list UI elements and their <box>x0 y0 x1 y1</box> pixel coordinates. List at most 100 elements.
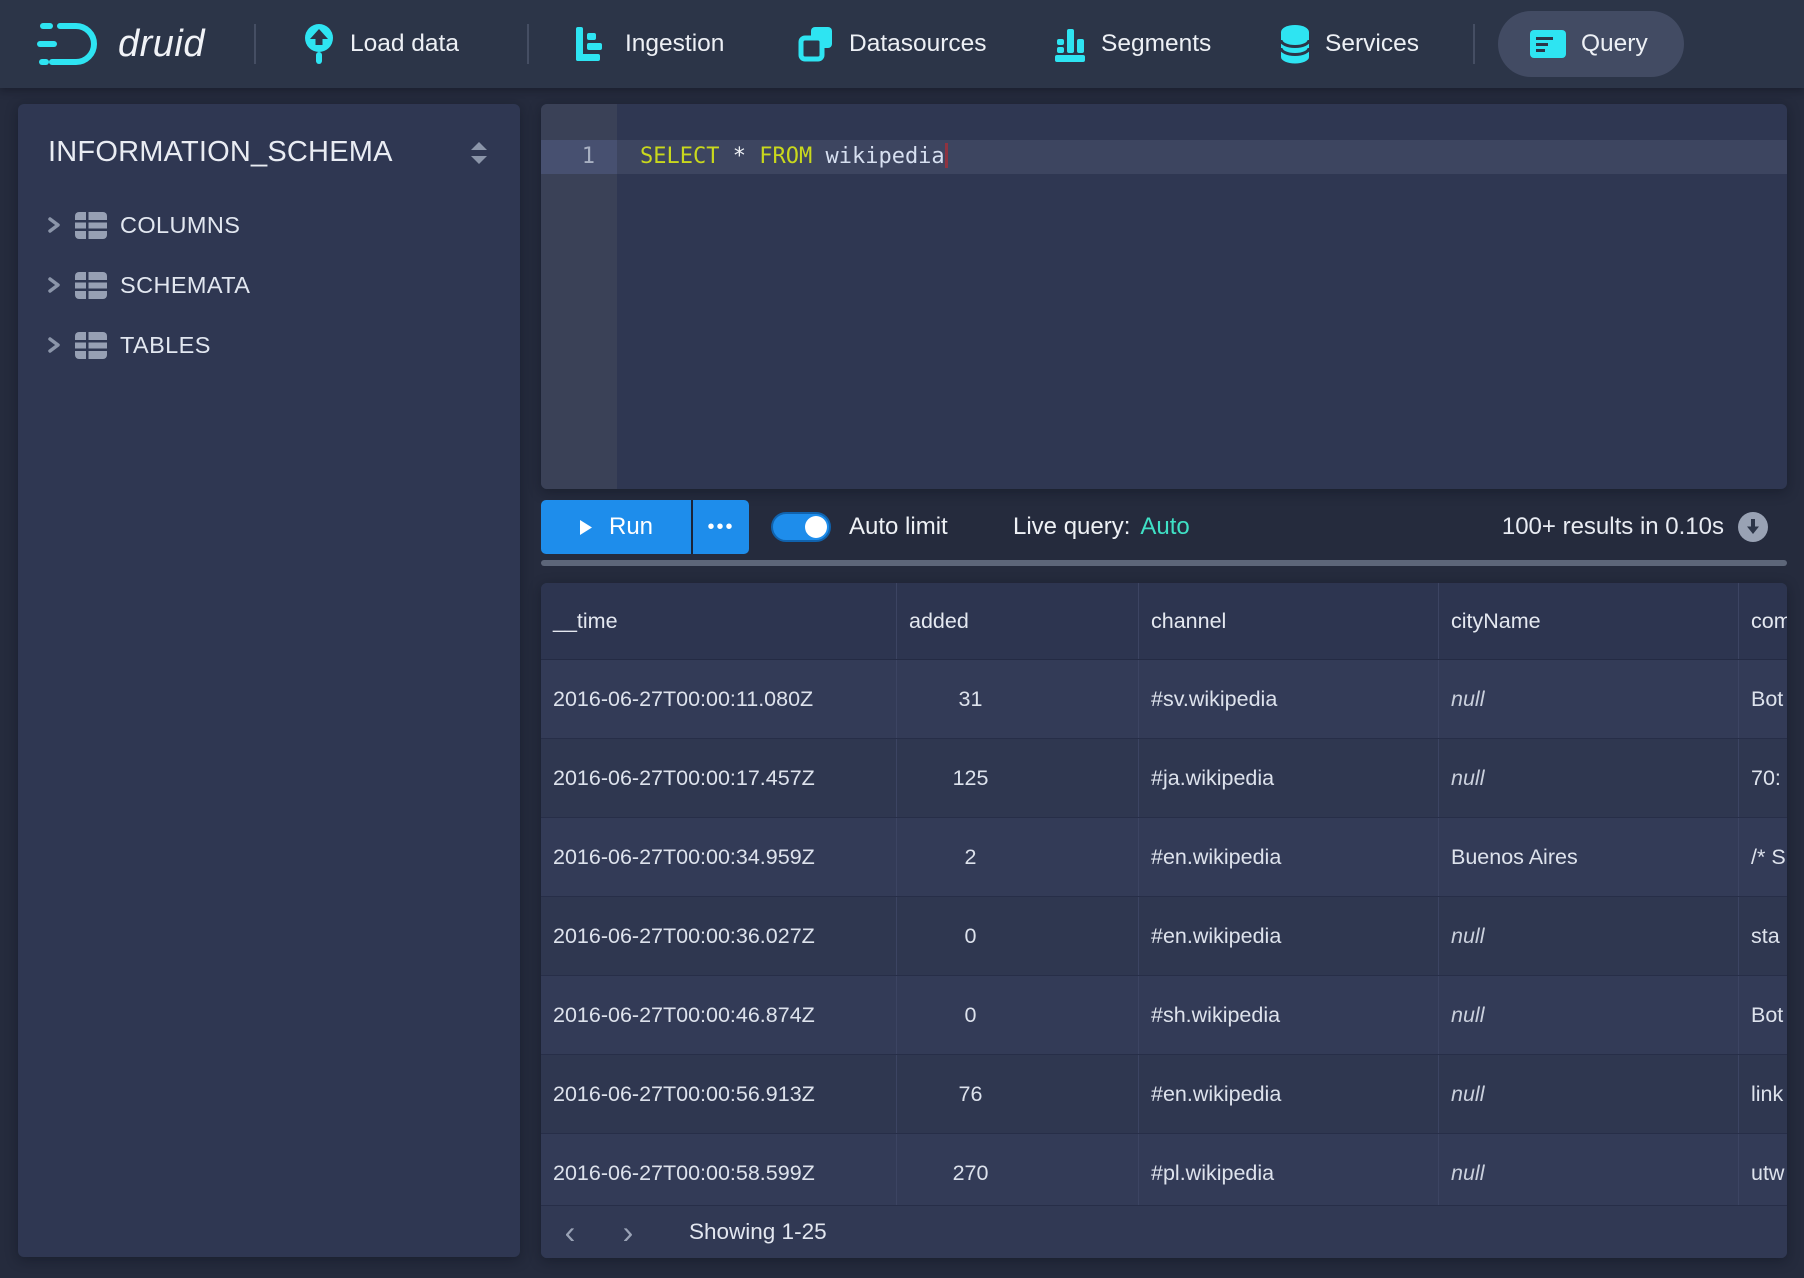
table-row: 2016-06-27T00:00:58.599Z 270 #pl.wikiped… <box>541 1134 1787 1213</box>
cell-added[interactable]: 125 <box>897 739 1139 817</box>
cell-channel[interactable]: #sh.wikipedia <box>1139 976 1439 1054</box>
toggle-knob <box>805 516 827 538</box>
cell-cityname[interactable]: null <box>1439 976 1739 1054</box>
upload-icon <box>302 23 336 65</box>
cell-channel[interactable]: #en.wikipedia <box>1139 897 1439 975</box>
table-icon <box>75 332 107 359</box>
druid-logo-icon <box>36 18 108 70</box>
cell-comment[interactable]: Bot <box>1739 660 1787 738</box>
database-icon <box>1279 24 1311 64</box>
auto-limit-label: Auto limit <box>849 500 948 554</box>
table-row: 2016-06-27T00:00:36.027Z 0 #en.wikipedia… <box>541 897 1787 976</box>
cell-channel[interactable]: #sv.wikipedia <box>1139 660 1439 738</box>
cell-time[interactable]: 2016-06-27T00:00:34.959Z <box>541 818 897 896</box>
live-query-label: Live query: <box>1013 513 1130 541</box>
brand-name: druid <box>118 23 205 66</box>
top-navbar: druid Load data <box>0 0 1804 88</box>
showing-range-label: Showing 1-25 <box>689 1219 827 1245</box>
results-header-row: __time added channel cityName com <box>541 583 1787 660</box>
chevron-right-icon <box>46 216 62 234</box>
cell-added[interactable]: 270 <box>897 1134 1139 1212</box>
nav-item-query-active[interactable]: Query <box>1498 11 1684 77</box>
run-button[interactable]: Run <box>541 500 691 554</box>
run-button-group: Run ••• <box>541 500 749 554</box>
tree-item-label: SCHEMATA <box>120 272 250 299</box>
cell-channel[interactable]: #pl.wikipedia <box>1139 1134 1439 1212</box>
column-header-comment[interactable]: com <box>1739 583 1787 659</box>
bar-chart-icon <box>1053 25 1087 63</box>
previous-page-button[interactable]: ‹ <box>555 1214 585 1250</box>
sql-keyword: FROM <box>759 144 812 169</box>
cell-cityname[interactable]: null <box>1439 1134 1739 1212</box>
cell-time[interactable]: 2016-06-27T00:00:58.599Z <box>541 1134 897 1212</box>
tree-item-label: COLUMNS <box>120 212 240 239</box>
cell-added[interactable]: 0 <box>897 976 1139 1054</box>
table-row: 2016-06-27T00:00:34.959Z 2 #en.wikipedia… <box>541 818 1787 897</box>
cell-comment[interactable]: utw <box>1739 1134 1787 1212</box>
sql-editor[interactable]: 1 SELECT * FROM wikipedia <box>541 104 1787 489</box>
sql-star: * <box>733 144 746 169</box>
results-summary: 100+ results in 0.10s <box>1400 500 1724 554</box>
tree-item-schemata[interactable]: SCHEMATA <box>18 255 520 315</box>
nav-item-label: Load data <box>350 30 459 58</box>
nav-item-load-data[interactable]: Load data <box>302 0 459 88</box>
tree-item-tables[interactable]: TABLES <box>18 315 520 375</box>
cell-added[interactable]: 31 <box>897 660 1139 738</box>
table-row: 2016-06-27T00:00:11.080Z 31 #sv.wikipedi… <box>541 660 1787 739</box>
cell-channel[interactable]: #ja.wikipedia <box>1139 739 1439 817</box>
cell-time[interactable]: 2016-06-27T00:00:11.080Z <box>541 660 897 738</box>
sql-keyword: SELECT <box>640 144 719 169</box>
cell-cityname[interactable]: Buenos Aires <box>1439 818 1739 896</box>
live-query-value[interactable]: Auto <box>1140 513 1189 541</box>
sql-identifier: wikipedia <box>825 144 944 169</box>
cell-time[interactable]: 2016-06-27T00:00:17.457Z <box>541 739 897 817</box>
nav-item-segments[interactable]: Segments <box>1053 0 1211 88</box>
table-icon <box>75 212 107 239</box>
cell-added[interactable]: 2 <box>897 818 1139 896</box>
table-row: 2016-06-27T00:00:56.913Z 76 #en.wikipedi… <box>541 1055 1787 1134</box>
cell-time[interactable]: 2016-06-27T00:00:36.027Z <box>541 897 897 975</box>
cell-comment[interactable]: Bot <box>1739 976 1787 1054</box>
download-results-button[interactable] <box>1738 512 1768 542</box>
auto-limit-toggle[interactable] <box>771 512 831 542</box>
table-row: 2016-06-27T00:00:17.457Z 125 #ja.wikiped… <box>541 739 1787 818</box>
sort-selector-icon[interactable] <box>466 140 492 166</box>
navbar-divider <box>1473 24 1475 64</box>
column-header-added[interactable]: added <box>897 583 1139 659</box>
cell-time[interactable]: 2016-06-27T00:00:56.913Z <box>541 1055 897 1133</box>
cell-cityname[interactable]: null <box>1439 739 1739 817</box>
cell-comment[interactable]: link <box>1739 1055 1787 1133</box>
cell-channel[interactable]: #en.wikipedia <box>1139 1055 1439 1133</box>
column-header-cityname[interactable]: cityName <box>1439 583 1739 659</box>
cell-cityname[interactable]: null <box>1439 660 1739 738</box>
tree-item-label: TABLES <box>120 332 211 359</box>
column-header-time[interactable]: __time <box>541 583 897 659</box>
tree-item-columns[interactable]: COLUMNS <box>18 195 520 255</box>
schema-sidebar: INFORMATION_SCHEMA <box>18 104 520 1257</box>
run-button-label: Run <box>609 513 653 541</box>
run-more-button[interactable]: ••• <box>693 500 749 554</box>
cell-time[interactable]: 2016-06-27T00:00:46.874Z <box>541 976 897 1054</box>
cell-comment[interactable]: 70: <box>1739 739 1787 817</box>
next-page-button[interactable]: › <box>613 1214 643 1250</box>
cell-added[interactable]: 0 <box>897 897 1139 975</box>
schema-tree: COLUMNS SCHEMATA <box>18 195 520 375</box>
cell-added[interactable]: 76 <box>897 1055 1139 1133</box>
table-icon <box>75 272 107 299</box>
navbar-divider <box>254 24 256 64</box>
column-header-channel[interactable]: channel <box>1139 583 1439 659</box>
sql-code-line[interactable]: SELECT * FROM wikipedia <box>617 140 1787 174</box>
cell-cityname[interactable]: null <box>1439 897 1739 975</box>
nav-item-label: Ingestion <box>625 30 724 58</box>
query-progress-bar <box>541 560 1787 566</box>
nav-item-services[interactable]: Services <box>1279 0 1419 88</box>
cell-cityname[interactable]: null <box>1439 1055 1739 1133</box>
table-row: 2016-06-27T00:00:46.874Z 0 #sh.wikipedia… <box>541 976 1787 1055</box>
nav-item-ingestion[interactable]: Ingestion <box>574 0 724 88</box>
cell-channel[interactable]: #en.wikipedia <box>1139 818 1439 896</box>
cell-comment[interactable]: /* S <box>1739 818 1787 896</box>
nav-item-datasources[interactable]: Datasources <box>797 0 987 88</box>
schema-title: INFORMATION_SCHEMA <box>48 136 393 169</box>
cell-comment[interactable]: sta <box>1739 897 1787 975</box>
druid-logo: druid <box>36 0 205 88</box>
